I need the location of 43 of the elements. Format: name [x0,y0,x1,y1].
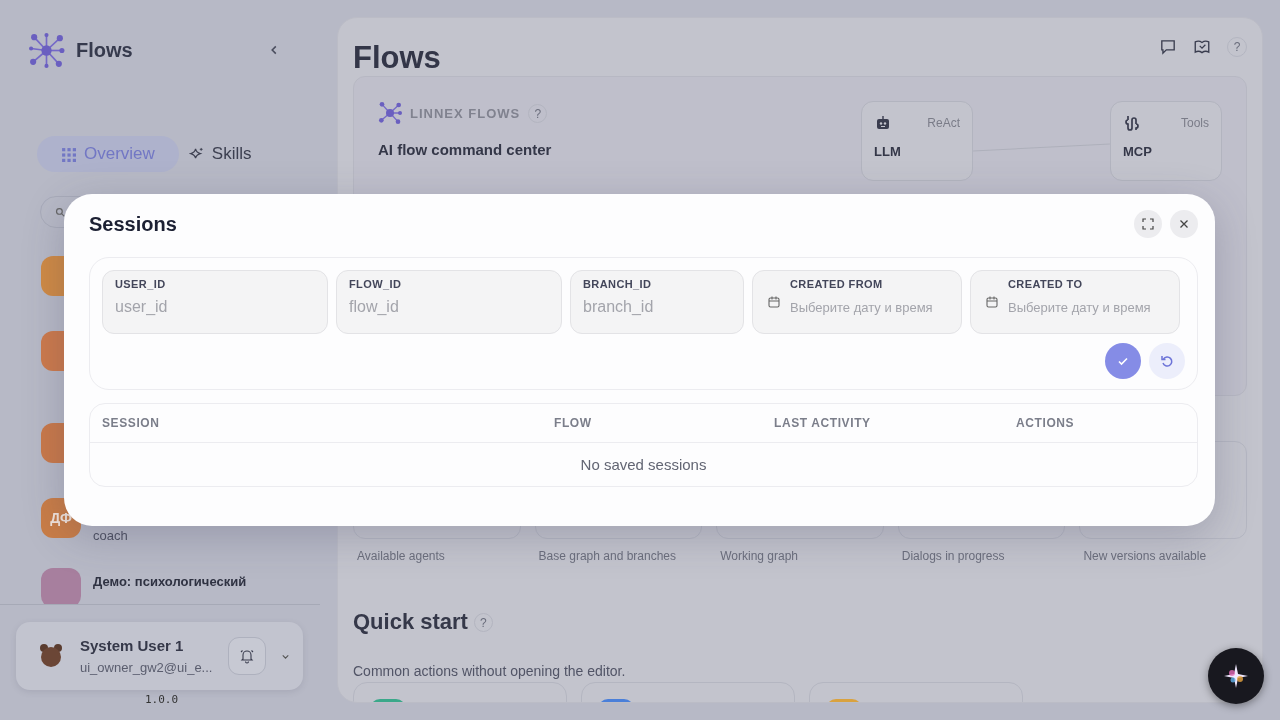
filter-field[interactable]: CREATED FROM Выберите дату и время [752,270,962,334]
node-tag: Tools [1181,116,1209,130]
filter-field[interactable]: CREATED TO Выберите дату и время [970,270,1180,334]
stat-label: Available agents [356,549,446,563]
node-label: MCP [1123,144,1153,159]
field-label: FLOW_ID [349,278,403,290]
app-title: Flows [76,38,134,62]
empty-message: No saved sessions [580,455,707,473]
field-label: BRANCH_ID [583,278,653,290]
field-label: CREATED TO [1008,278,1084,290]
section-title: Quick start [353,609,468,635]
filter-field[interactable]: USER_ID user_id [102,270,328,334]
hero-headline: AI flow command center [378,141,552,158]
column-header: ACTIONS [1016,416,1075,430]
text-input[interactable]: Выберите дату и время [1008,300,1167,315]
dialog-title: Sessions [89,212,177,236]
column-header: SESSION [102,416,161,430]
user-card[interactable]: System User 1 ui_owner_gw2@ui_e... [16,622,303,690]
node-tag: ReAct [927,116,960,130]
text-input[interactable]: user_id [115,298,315,316]
stat-label: Base graph and branches [537,549,678,563]
stat-label: New versions available [1082,549,1208,563]
flow-subtitle: coach [93,528,128,543]
column-header: LAST ACTIVITY [774,416,872,430]
user-email: ui_owner_gw2@ui_e... [80,660,214,675]
stat-label: Dialogs in progress [900,549,1006,563]
filter-field[interactable]: FLOW_ID flow_id [336,270,562,334]
user-name: System User 1 [80,637,185,654]
field-label: CREATED FROM [790,278,884,290]
text-input[interactable]: flow_id [349,298,549,316]
flow-name[interactable]: Демо: психологический [93,574,247,589]
column-header: FLOW [554,416,593,430]
text-input[interactable]: Выберите дату и время [790,300,949,315]
brand-label: LINNEX FLOWS [410,105,521,121]
filter-field[interactable]: BRANCH_ID branch_id [570,270,744,334]
field-label: USER_ID [115,278,167,290]
section-subtitle: Common actions without opening the editor. [353,663,627,679]
version-label: 1.0.0 [145,693,180,706]
text-input[interactable]: branch_id [583,298,731,316]
stat-label: Working graph [719,549,799,563]
page-title: Flows [353,40,441,76]
node-label: LLM [874,144,902,159]
sidebar-tab[interactable]: Skills [182,136,258,172]
